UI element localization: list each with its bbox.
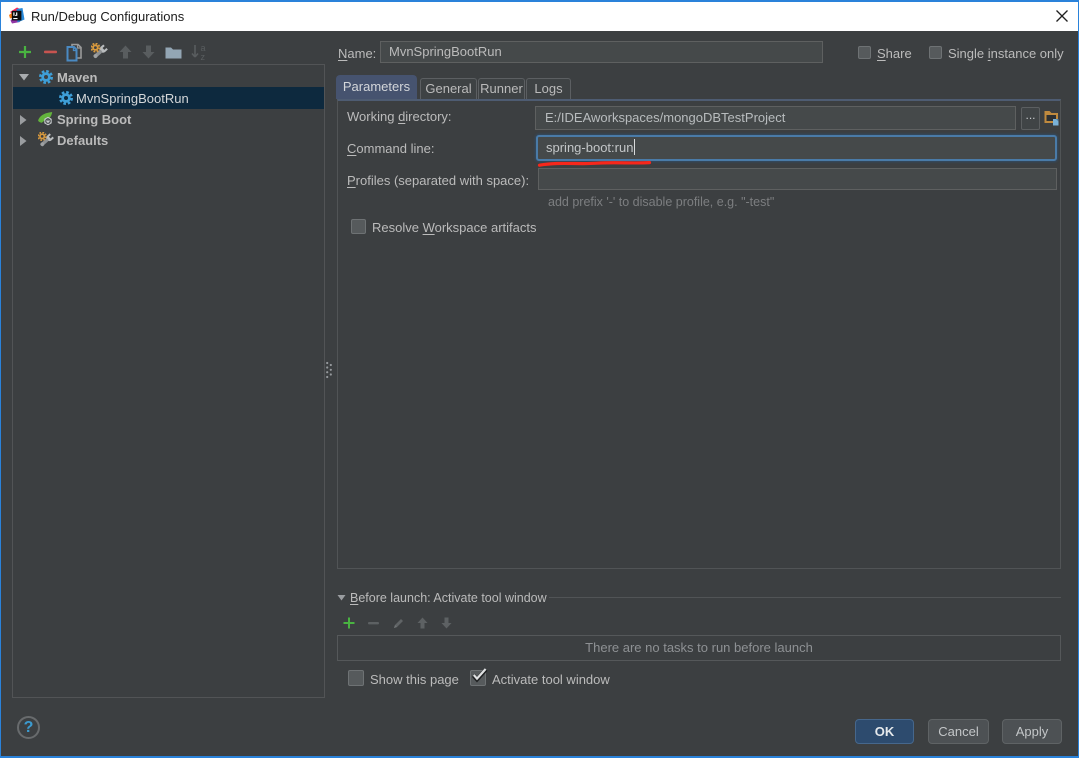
- svg-text:z: z: [201, 52, 206, 61]
